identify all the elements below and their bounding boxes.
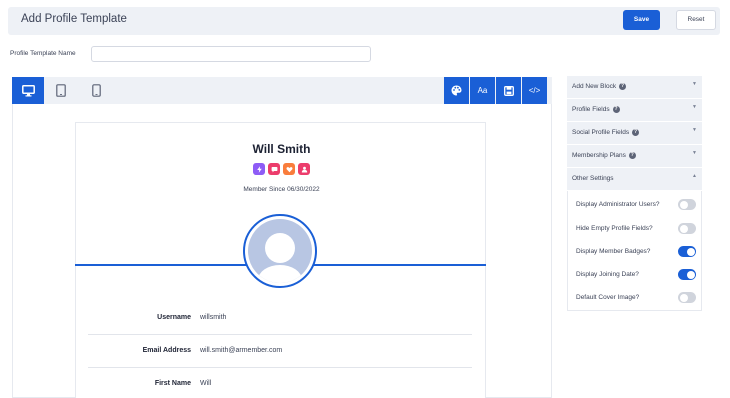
accordion-membership-plans[interactable]: Membership Plans? ▼ [567, 145, 702, 167]
setting-display-joining-date: Display Joining Date? [576, 269, 696, 281]
color-scheme-button[interactable] [444, 77, 469, 104]
member-badges [253, 163, 310, 175]
reset-button[interactable]: Reset [676, 10, 716, 30]
setting-label: Display Joining Date? [576, 271, 639, 278]
caret-down-icon: ▼ [692, 150, 697, 156]
font-icon: Aa [477, 86, 488, 95]
setting-label: Display Member Badges? [576, 248, 651, 255]
user-icon [298, 163, 310, 175]
tablet-view-button[interactable] [45, 77, 77, 104]
heart-icon [283, 163, 295, 175]
caret-down-icon: ▼ [692, 127, 697, 133]
toggle-switch[interactable] [678, 269, 696, 280]
header-bar: Add Profile Template Save Reset [8, 7, 720, 35]
mobile-view-button[interactable] [80, 77, 112, 104]
mobile-icon [91, 84, 101, 97]
help-icon[interactable]: ? [628, 152, 636, 159]
member-since: Member Since 06/30/2022 [243, 186, 320, 193]
toggle-switch[interactable] [678, 292, 696, 303]
setting-hide-empty-fields: Hide Empty Profile Fields? [576, 223, 696, 235]
accordion-add-new-block[interactable]: Add New Block? ▼ [567, 76, 702, 98]
desktop-icon [21, 84, 35, 96]
template-name-label: Profile Template Name [10, 50, 76, 57]
setting-default-cover-image: Default Cover Image? [576, 292, 696, 304]
setting-display-admin-users: Display Administrator Users? [576, 199, 696, 211]
accordion-label: Social Profile Fields [572, 129, 630, 136]
field-row-username: Username willsmith [88, 302, 472, 335]
chat-icon [268, 163, 280, 175]
accordion-social-profile-fields[interactable]: Social Profile Fields? ▼ [567, 122, 702, 144]
desktop-view-button[interactable] [12, 77, 44, 104]
save-layout-button[interactable] [496, 77, 521, 104]
custom-css-button[interactable]: </> [522, 77, 547, 104]
bolt-icon [253, 163, 265, 175]
help-icon[interactable]: ? [632, 129, 640, 136]
other-settings-body: Display Administrator Users? Hide Empty … [567, 191, 702, 311]
page-title: Add Profile Template [21, 13, 127, 25]
toggle-switch[interactable] [678, 223, 696, 234]
save-button[interactable]: Save [623, 10, 660, 30]
caret-up-icon: ▲ [692, 173, 697, 179]
toggle-switch[interactable] [678, 246, 696, 257]
field-label: Email Address [142, 347, 191, 354]
accordion-label: Profile Fields [572, 106, 610, 113]
field-value: willsmith [200, 314, 227, 321]
save-icon [503, 85, 514, 96]
accordion-profile-fields[interactable]: Profile Fields? ▼ [567, 99, 702, 121]
setting-display-member-badges: Display Member Badges? [576, 246, 696, 258]
setting-label: Default Cover Image? [576, 294, 640, 301]
setting-label: Hide Empty Profile Fields? [576, 225, 653, 232]
help-icon[interactable]: ? [619, 83, 627, 90]
profile-name: Will Smith [252, 142, 311, 156]
template-name-input[interactable] [91, 46, 371, 62]
caret-down-icon: ▼ [692, 81, 697, 87]
accordion-label: Membership Plans [572, 152, 626, 159]
setting-label: Display Administrator Users? [576, 201, 660, 208]
palette-icon [451, 85, 462, 96]
caret-down-icon: ▼ [692, 104, 697, 110]
accordion-other-settings[interactable]: Other Settings ▲ [567, 168, 702, 190]
avatar-placeholder-icon [248, 219, 312, 283]
accordion-label: Other Settings [572, 175, 614, 182]
tablet-icon [56, 84, 66, 97]
field-value: Will [200, 380, 212, 387]
font-settings-button[interactable]: Aa [470, 77, 495, 104]
settings-panel: Add New Block? ▼ Profile Fields? ▼ Socia… [567, 76, 702, 311]
code-icon: </> [528, 86, 541, 95]
field-label: Username [157, 314, 191, 321]
field-label: First Name [154, 380, 191, 387]
field-row-email: Email Address will.smith@armember.com [88, 335, 472, 368]
field-value: will.smith@armember.com [200, 347, 283, 354]
toggle-switch[interactable] [678, 199, 696, 210]
help-icon[interactable]: ? [612, 106, 620, 113]
editor-toolbar: Aa </> [12, 77, 552, 104]
accordion-label: Add New Block [572, 83, 617, 90]
avatar[interactable] [243, 214, 317, 288]
field-row-first-name: First Name Will [88, 368, 472, 398]
